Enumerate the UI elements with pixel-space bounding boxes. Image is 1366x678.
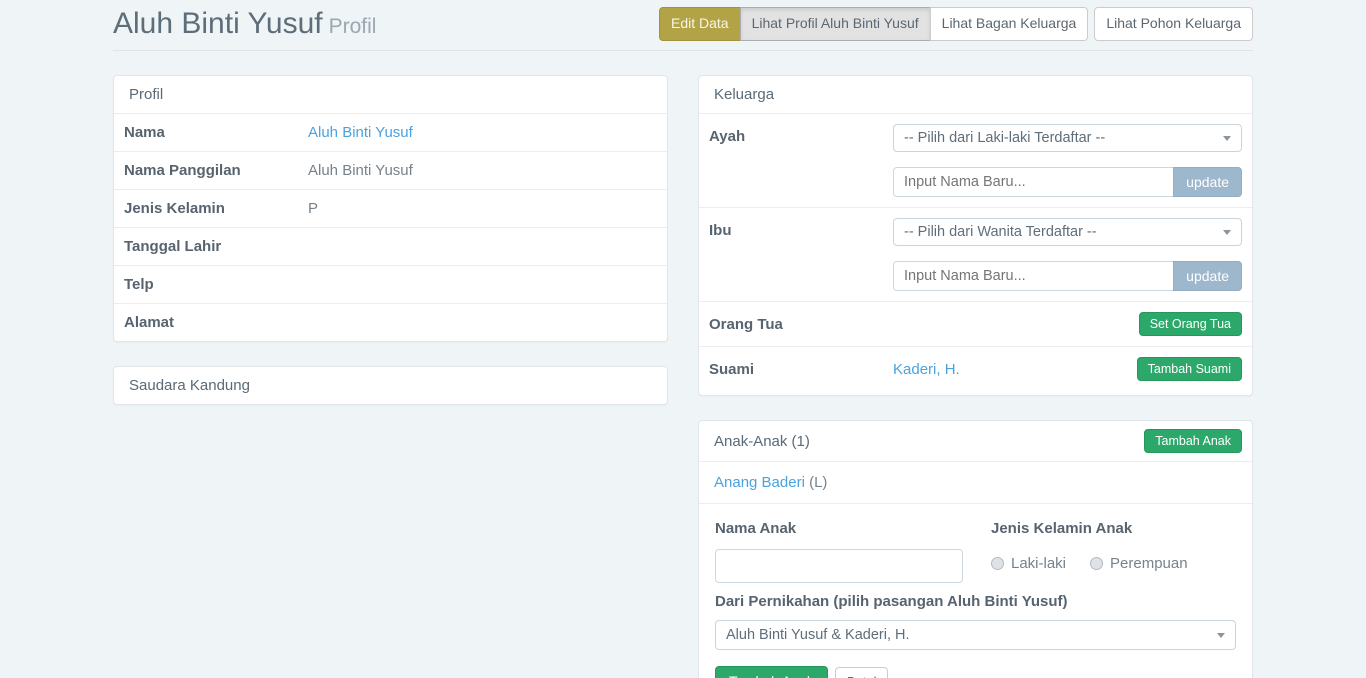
ibu-select-value: -- Pilih dari Wanita Terdaftar -- <box>904 224 1097 240</box>
anak-anak-panel: Anak-Anak (1) Tambah Anak Anang Baderi (… <box>698 420 1253 678</box>
ibu-label: Ibu <box>709 218 893 239</box>
table-row: Nama Panggilan Aluh Binti Yusuf <box>114 152 667 190</box>
jenis-kelamin-anak-label: Jenis Kelamin Anak <box>991 520 1236 537</box>
child-list-item: Anang Baderi (L) <box>699 462 1252 504</box>
caret-down-icon <box>1223 136 1231 141</box>
header-actions: Edit Data Lihat Profil Aluh Binti Yusuf … <box>659 7 1253 41</box>
table-row: Tanggal Lahir <box>114 228 667 266</box>
ibu-row: Ibu -- Pilih dari Wanita Terdaftar -- up… <box>699 208 1252 302</box>
page-header: Aluh Binti Yusuf Profil Edit Data Lihat P… <box>113 0 1253 51</box>
row-label: Nama Panggilan <box>124 162 308 179</box>
ibu-select[interactable]: -- Pilih dari Wanita Terdaftar -- <box>893 218 1242 246</box>
profil-panel-heading: Profil <box>114 76 667 114</box>
nama-anak-label: Nama Anak <box>715 520 963 537</box>
table-row: Telp <box>114 266 667 304</box>
dari-pernikahan-label: Dari Pernikahan (pilih pasangan Aluh Bin… <box>715 593 1236 610</box>
ayah-label: Ayah <box>709 124 893 145</box>
ayah-row: Ayah -- Pilih dari Laki-laki Terdaftar -… <box>699 114 1252 208</box>
orang-tua-row: Orang Tua Set Orang Tua <box>699 302 1252 347</box>
page-subtitle: Profil <box>329 15 377 38</box>
ibu-input-group: update <box>893 261 1242 291</box>
radio-perempuan-label: Perempuan <box>1110 555 1188 572</box>
left-column: Profil Nama Aluh Binti Yusuf Nama Panggi… <box>113 75 668 429</box>
page-title: Aluh Binti Yusuf Profil <box>113 7 376 41</box>
page-container: Aluh Binti Yusuf Profil Edit Data Lihat P… <box>113 0 1253 678</box>
row-value: Aluh Binti Yusuf <box>308 162 413 179</box>
ayah-select-value: -- Pilih dari Laki-laki Terdaftar -- <box>904 130 1105 146</box>
gender-radio-group: Laki-laki Perempuan <box>991 549 1236 572</box>
batal-button[interactable]: Batal <box>835 667 889 678</box>
pernikahan-select[interactable]: Aluh Binti Yusuf & Kaderi, H. <box>715 620 1236 650</box>
table-row: Nama Aluh Binti Yusuf <box>114 114 667 152</box>
ayah-update-button[interactable]: update <box>1173 167 1242 197</box>
radio-laki-laki-label: Laki-laki <box>1011 555 1066 572</box>
ayah-select[interactable]: -- Pilih dari Laki-laki Terdaftar -- <box>893 124 1242 152</box>
nama-anak-input[interactable] <box>715 549 963 583</box>
right-column: Keluarga Ayah -- Pilih dari Laki-laki Te… <box>698 75 1253 678</box>
row-value: P <box>308 200 318 217</box>
keluarga-panel-heading: Keluarga <box>699 76 1252 114</box>
ibu-update-button[interactable]: update <box>1173 261 1242 291</box>
child-gender-suffix: (L) <box>805 474 828 491</box>
ayah-input-group: update <box>893 167 1242 197</box>
table-row: Jenis Kelamin P <box>114 190 667 228</box>
lihat-profil-button[interactable]: Lihat Profil Aluh Binti Yusuf <box>740 7 931 41</box>
lihat-bagan-keluarga-button[interactable]: Lihat Bagan Keluarga <box>930 7 1089 41</box>
anak-anak-heading-row: Anak-Anak (1) Tambah Anak <box>699 421 1252 462</box>
suami-label: Suami <box>709 361 893 378</box>
header-button-group: Edit Data Lihat Profil Aluh Binti Yusuf … <box>659 7 1088 41</box>
ayah-nama-baru-input[interactable] <box>893 167 1174 197</box>
suami-row: Suami Kaderi, H. Tambah Suami <box>699 347 1252 395</box>
caret-down-icon <box>1217 633 1225 638</box>
suami-value-link[interactable]: Kaderi, H. <box>893 361 960 378</box>
profil-panel: Profil Nama Aluh Binti Yusuf Nama Panggi… <box>113 75 668 342</box>
table-row: Alamat <box>114 304 667 341</box>
saudara-kandung-heading: Saudara Kandung <box>114 367 667 404</box>
caret-down-icon <box>1223 230 1231 235</box>
form-buttons: Tambah Anak Batal <box>715 666 1236 678</box>
ibu-nama-baru-input[interactable] <box>893 261 1174 291</box>
pernikahan-select-value: Aluh Binti Yusuf & Kaderi, H. <box>726 627 910 643</box>
person-name-title: Aluh Binti Yusuf <box>113 7 323 40</box>
radio-perempuan[interactable]: Perempuan <box>1090 555 1188 572</box>
child-name-link[interactable]: Anang Baderi <box>714 474 805 491</box>
row-label: Alamat <box>124 314 308 331</box>
orang-tua-label: Orang Tua <box>709 316 893 333</box>
nama-value-link[interactable]: Aluh Binti Yusuf <box>308 124 413 141</box>
keluarga-panel: Keluarga Ayah -- Pilih dari Laki-laki Te… <box>698 75 1253 396</box>
tambah-anak-form: Nama Anak Jenis Kelamin Anak Laki-laki <box>699 504 1252 678</box>
edit-data-button[interactable]: Edit Data <box>659 7 741 41</box>
row-label: Telp <box>124 276 308 293</box>
radio-button-icon[interactable] <box>1090 557 1103 570</box>
radio-laki-laki[interactable]: Laki-laki <box>991 555 1066 572</box>
row-label: Tanggal Lahir <box>124 238 308 255</box>
anak-anak-heading: Anak-Anak (1) <box>714 433 810 450</box>
tambah-suami-button[interactable]: Tambah Suami <box>1137 357 1242 381</box>
lihat-pohon-keluarga-button[interactable]: Lihat Pohon Keluarga <box>1094 7 1253 41</box>
row-label: Nama <box>124 124 308 141</box>
set-orang-tua-button[interactable]: Set Orang Tua <box>1139 312 1242 336</box>
saudara-kandung-panel: Saudara Kandung <box>113 366 668 405</box>
row-label: Jenis Kelamin <box>124 200 308 217</box>
tambah-anak-submit-button[interactable]: Tambah Anak <box>715 666 828 678</box>
tambah-anak-header-button[interactable]: Tambah Anak <box>1144 429 1242 453</box>
radio-button-icon[interactable] <box>991 557 1004 570</box>
